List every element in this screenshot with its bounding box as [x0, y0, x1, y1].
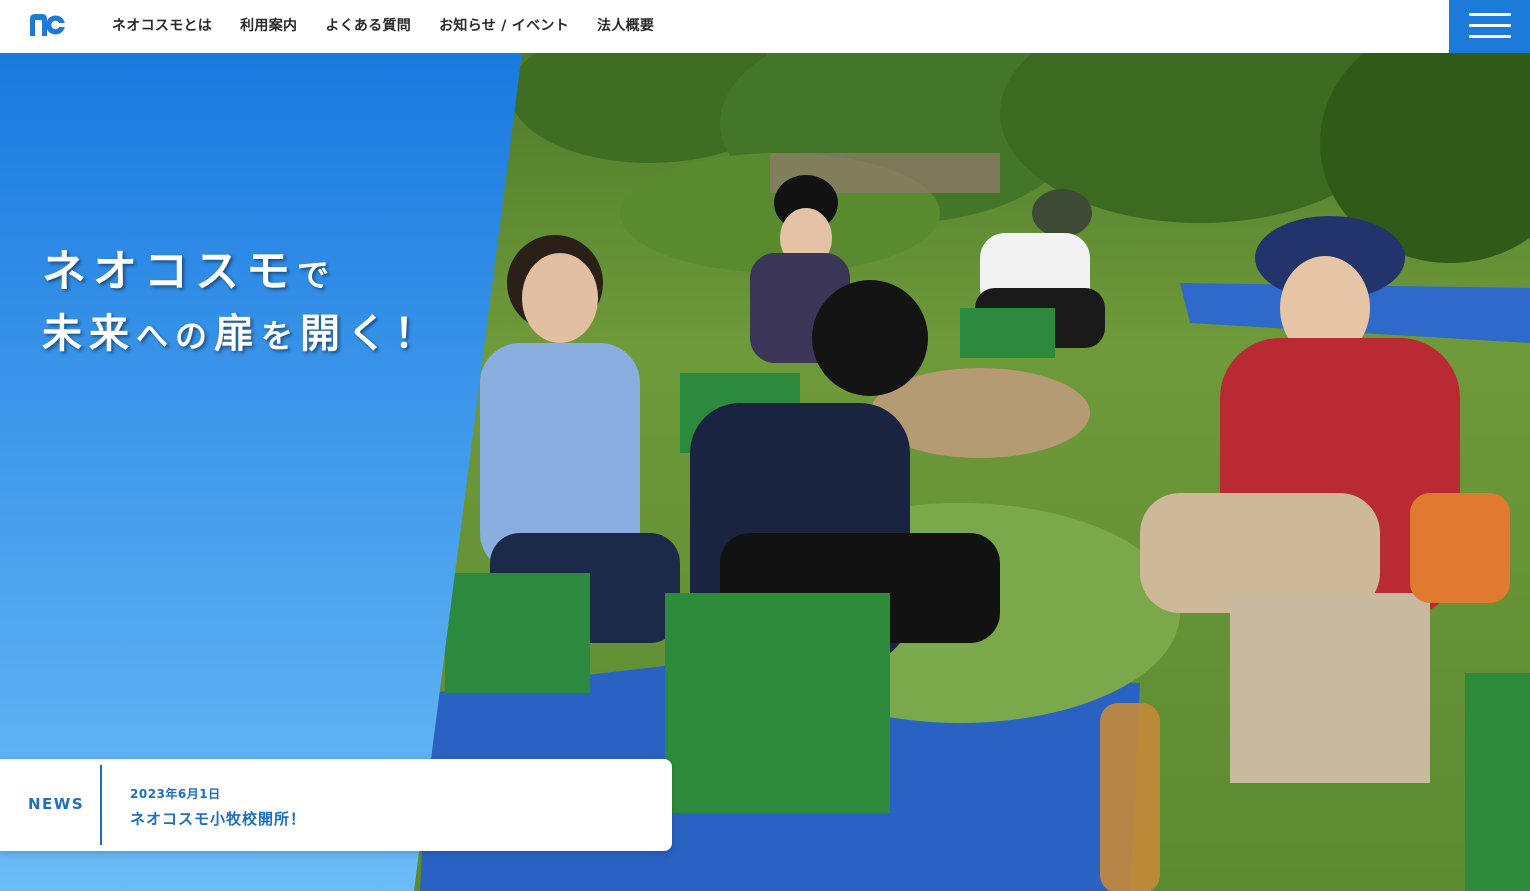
nav-corporate[interactable]: 法人概要 — [597, 15, 654, 35]
nav-news-events[interactable]: お知らせ / イベント — [439, 15, 569, 35]
hamburger-icon — [1469, 13, 1511, 16]
news-card[interactable]: NEWS 2023年6月1日 ネオコスモ小牧校開所！ — [0, 759, 672, 851]
site-header: ネオコスモとは 利用案内 よくある質問 お知らせ / イベント 法人概要 — [0, 0, 1530, 53]
nav-faq[interactable]: よくある質問 — [325, 15, 411, 35]
hero-headline: ネオコスモで 未来への扉を開く！ — [42, 250, 442, 358]
headline-particle-to: への — [136, 317, 215, 356]
headline-particle-wo: を — [261, 317, 301, 356]
headline-main-text: ネオコスモ — [42, 246, 297, 298]
headline-particle: で — [297, 256, 337, 295]
news-title-link[interactable]: ネオコスモ小牧校開所！ — [130, 808, 306, 829]
hamburger-icon-bar — [1469, 35, 1511, 38]
headline-word-future: 未来 — [42, 311, 136, 358]
logo-icon[interactable] — [28, 11, 66, 39]
headline-word-open: 開く！ — [300, 311, 442, 358]
news-date: 2023年6月1日 — [130, 787, 221, 801]
main-nav: ネオコスモとは 利用案内 よくある質問 お知らせ / イベント 法人概要 — [112, 0, 654, 50]
nav-guide[interactable]: 利用案内 — [240, 15, 297, 35]
hamburger-menu-button[interactable] — [1449, 0, 1530, 53]
hamburger-icon-bar — [1469, 24, 1511, 27]
hero-section: ネオコスモで 未来への扉を開く！ NEWS 2023年6月1日 ネオコスモ小牧校… — [0, 53, 1530, 891]
news-label: NEWS — [28, 795, 85, 813]
news-divider — [100, 765, 102, 845]
headline-word-door: 扉 — [214, 311, 262, 358]
nav-about[interactable]: ネオコスモとは — [112, 15, 212, 35]
